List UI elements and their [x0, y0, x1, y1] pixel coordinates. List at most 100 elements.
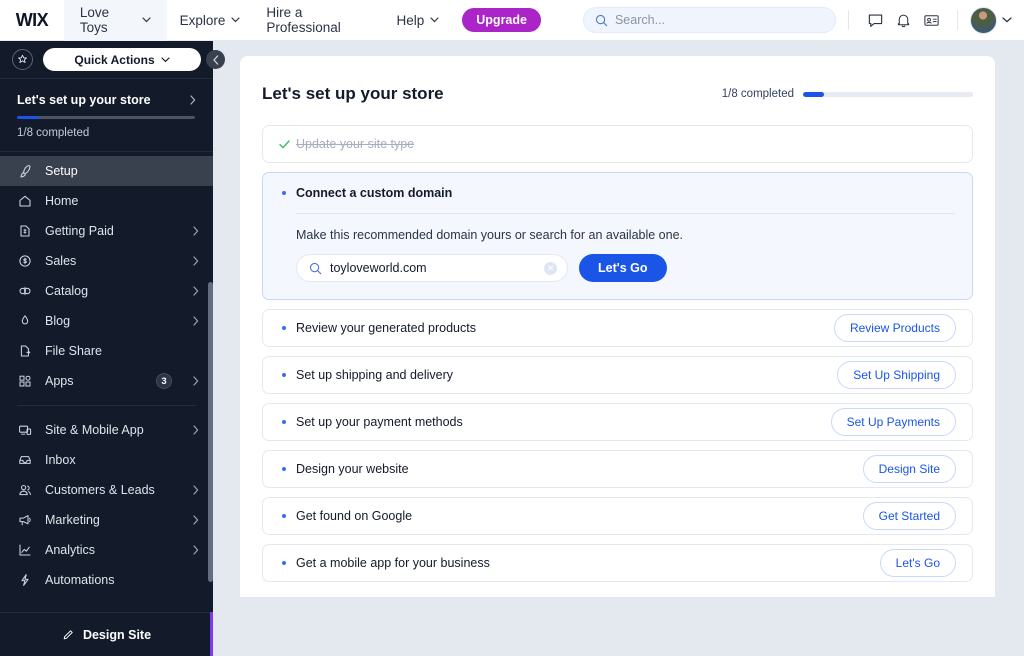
search-input[interactable] — [614, 13, 824, 27]
sidebar-item-getting-paid[interactable]: Getting Paid — [0, 216, 213, 246]
task-row-google[interactable]: Get found on Google Get Started — [262, 497, 973, 535]
task-row-review-products[interactable]: Review your generated products Review Pr… — [262, 309, 973, 347]
sidebar-collapse-toggle[interactable] — [206, 50, 225, 69]
star-icon[interactable] — [12, 49, 33, 70]
sidebar-item-inbox[interactable]: Inbox — [0, 445, 213, 475]
sidebar-item-home[interactable]: Home — [0, 186, 213, 216]
bullet-icon — [277, 420, 291, 424]
upgrade-button[interactable]: Upgrade — [462, 8, 541, 32]
set-up-shipping-button[interactable]: Set Up Shipping — [837, 361, 956, 389]
sidebar-divider — [17, 405, 196, 406]
task-row-payments[interactable]: Set up your payment methods Set Up Payme… — [262, 403, 973, 441]
avatar[interactable] — [970, 6, 997, 34]
quick-actions-label: Quick Actions — [74, 52, 155, 67]
nav-item-explore[interactable]: Explore — [167, 0, 254, 41]
chevron-down-icon — [231, 17, 241, 23]
task-row-design[interactable]: Design your website Design Site — [262, 450, 973, 488]
nav-item-hire-label: Hire a Professional — [266, 5, 341, 35]
sidebar-item-setup[interactable]: Setup — [0, 156, 213, 186]
chevron-right-icon — [193, 286, 199, 296]
progress-indicator: 1/8 completed — [722, 88, 973, 100]
sidebar-item-site-and-mobile-app[interactable]: Site & Mobile App — [0, 415, 213, 445]
nav-item-hire-a-professional[interactable]: Hire a Professional — [253, 0, 383, 41]
sidebar-item-sales-label: Sales — [45, 254, 77, 268]
sidebar-item-apps[interactable]: Apps 3 — [0, 366, 213, 396]
sidebar-item-catalog[interactable]: Catalog — [0, 276, 213, 306]
divider — [296, 213, 955, 214]
set-up-payments-button[interactable]: Set Up Payments — [830, 408, 956, 436]
sidebar-item-automations[interactable]: Automations — [0, 565, 213, 595]
sidebar-item-inbox-label: Inbox — [45, 453, 76, 467]
sidebar-setup-progress-panel[interactable]: Let's set up your store 1/8 completed — [0, 79, 213, 152]
sidebar-item-getting-paid-label: Getting Paid — [45, 224, 114, 238]
chevron-down-icon[interactable] — [1002, 17, 1012, 23]
people-icon — [17, 483, 32, 497]
clear-icon[interactable]: ✕ — [544, 261, 557, 275]
task-label: Get a mobile app for your business — [296, 556, 490, 570]
task-row-custom-domain[interactable]: Connect a custom domain Make this recomm… — [262, 172, 973, 300]
task-header: Connect a custom domain — [277, 186, 955, 200]
sidebar-item-sales[interactable]: Sales — [0, 246, 213, 276]
bell-icon[interactable] — [889, 6, 917, 34]
get-started-button[interactable]: Get Started — [862, 502, 956, 530]
chart-icon — [17, 543, 32, 557]
chat-icon[interactable] — [861, 6, 889, 34]
task-row-mobile-app[interactable]: Get a mobile app for your business Let's… — [262, 544, 973, 582]
setup-panel-title: Let's set up your store — [17, 93, 151, 107]
wix-logo[interactable]: WIX — [0, 10, 64, 31]
sidebar-progress-label: 1/8 completed — [17, 127, 90, 139]
quick-actions-button[interactable]: Quick Actions — [43, 48, 201, 71]
domain-search-controls: ✕ Let's Go — [296, 254, 955, 282]
chevron-right-icon — [190, 95, 196, 105]
sidebar-item-marketing-label: Marketing — [45, 513, 100, 527]
search-icon — [309, 262, 322, 275]
nav-item-explore-label: Explore — [179, 12, 226, 28]
bullet-icon — [277, 326, 291, 330]
apps-icon — [17, 374, 32, 388]
progress-bar — [803, 91, 973, 97]
contact-card-icon[interactable] — [917, 6, 945, 34]
chevron-right-icon — [193, 515, 199, 525]
domain-input[interactable] — [330, 261, 536, 275]
design-site-task-button[interactable]: Design Site — [862, 455, 956, 483]
domain-search-field[interactable]: ✕ — [296, 254, 568, 282]
task-row-site-type[interactable]: Update your site type — [262, 125, 973, 163]
site-selector-tab[interactable]: Love Toys — [63, 0, 167, 41]
home-icon — [17, 194, 32, 208]
dollar-circle-icon — [17, 254, 32, 268]
search-icon — [595, 14, 608, 27]
sidebar-item-marketing[interactable]: Marketing — [0, 505, 213, 535]
chevron-right-icon — [193, 485, 199, 495]
sidebar-item-file-share[interactable]: File Share — [0, 336, 213, 366]
chevron-right-icon — [193, 425, 199, 435]
bullet-icon — [277, 467, 291, 471]
chevron-right-icon — [193, 316, 199, 326]
page-title: Let's set up your store — [262, 84, 444, 103]
sidebar-item-blog[interactable]: Blog — [0, 306, 213, 336]
design-site-button[interactable]: Design Site — [0, 612, 213, 656]
sidebar-item-catalog-label: Catalog — [45, 284, 89, 298]
sidebar-item-analytics[interactable]: Analytics — [0, 535, 213, 565]
quick-actions-row: Quick Actions — [0, 41, 213, 79]
sidebar-item-blog-label: Blog — [45, 314, 71, 328]
task-label: Update your site type — [296, 137, 415, 151]
global-search[interactable] — [582, 7, 836, 33]
sidebar-progress-bar — [17, 116, 195, 119]
sidebar-item-customers-and-leads[interactable]: Customers & Leads — [0, 475, 213, 505]
design-site-label: Design Site — [82, 627, 152, 642]
task-label: Set up shipping and delivery — [296, 368, 454, 382]
lets-go-button[interactable]: Let's Go — [579, 254, 667, 282]
task-row-shipping[interactable]: Set up shipping and delivery Set Up Ship… — [262, 356, 973, 394]
invoice-icon — [17, 224, 32, 238]
sidebar-scrollbar[interactable] — [208, 282, 213, 582]
review-products-button[interactable]: Review Products — [833, 314, 956, 342]
mobile-app-lets-go-button[interactable]: Let's Go — [879, 549, 956, 577]
sidebar-item-home-label: Home — [45, 194, 79, 208]
chevron-down-icon — [161, 56, 170, 63]
divider — [848, 10, 849, 30]
pencil-icon — [62, 628, 75, 641]
nav-item-help[interactable]: Help — [384, 0, 453, 41]
sidebar-item-analytics-label: Analytics — [45, 543, 96, 557]
task-label: Connect a custom domain — [296, 186, 453, 200]
setup-checklist-panel: Let's set up your store 1/8 completed Up… — [240, 56, 995, 597]
